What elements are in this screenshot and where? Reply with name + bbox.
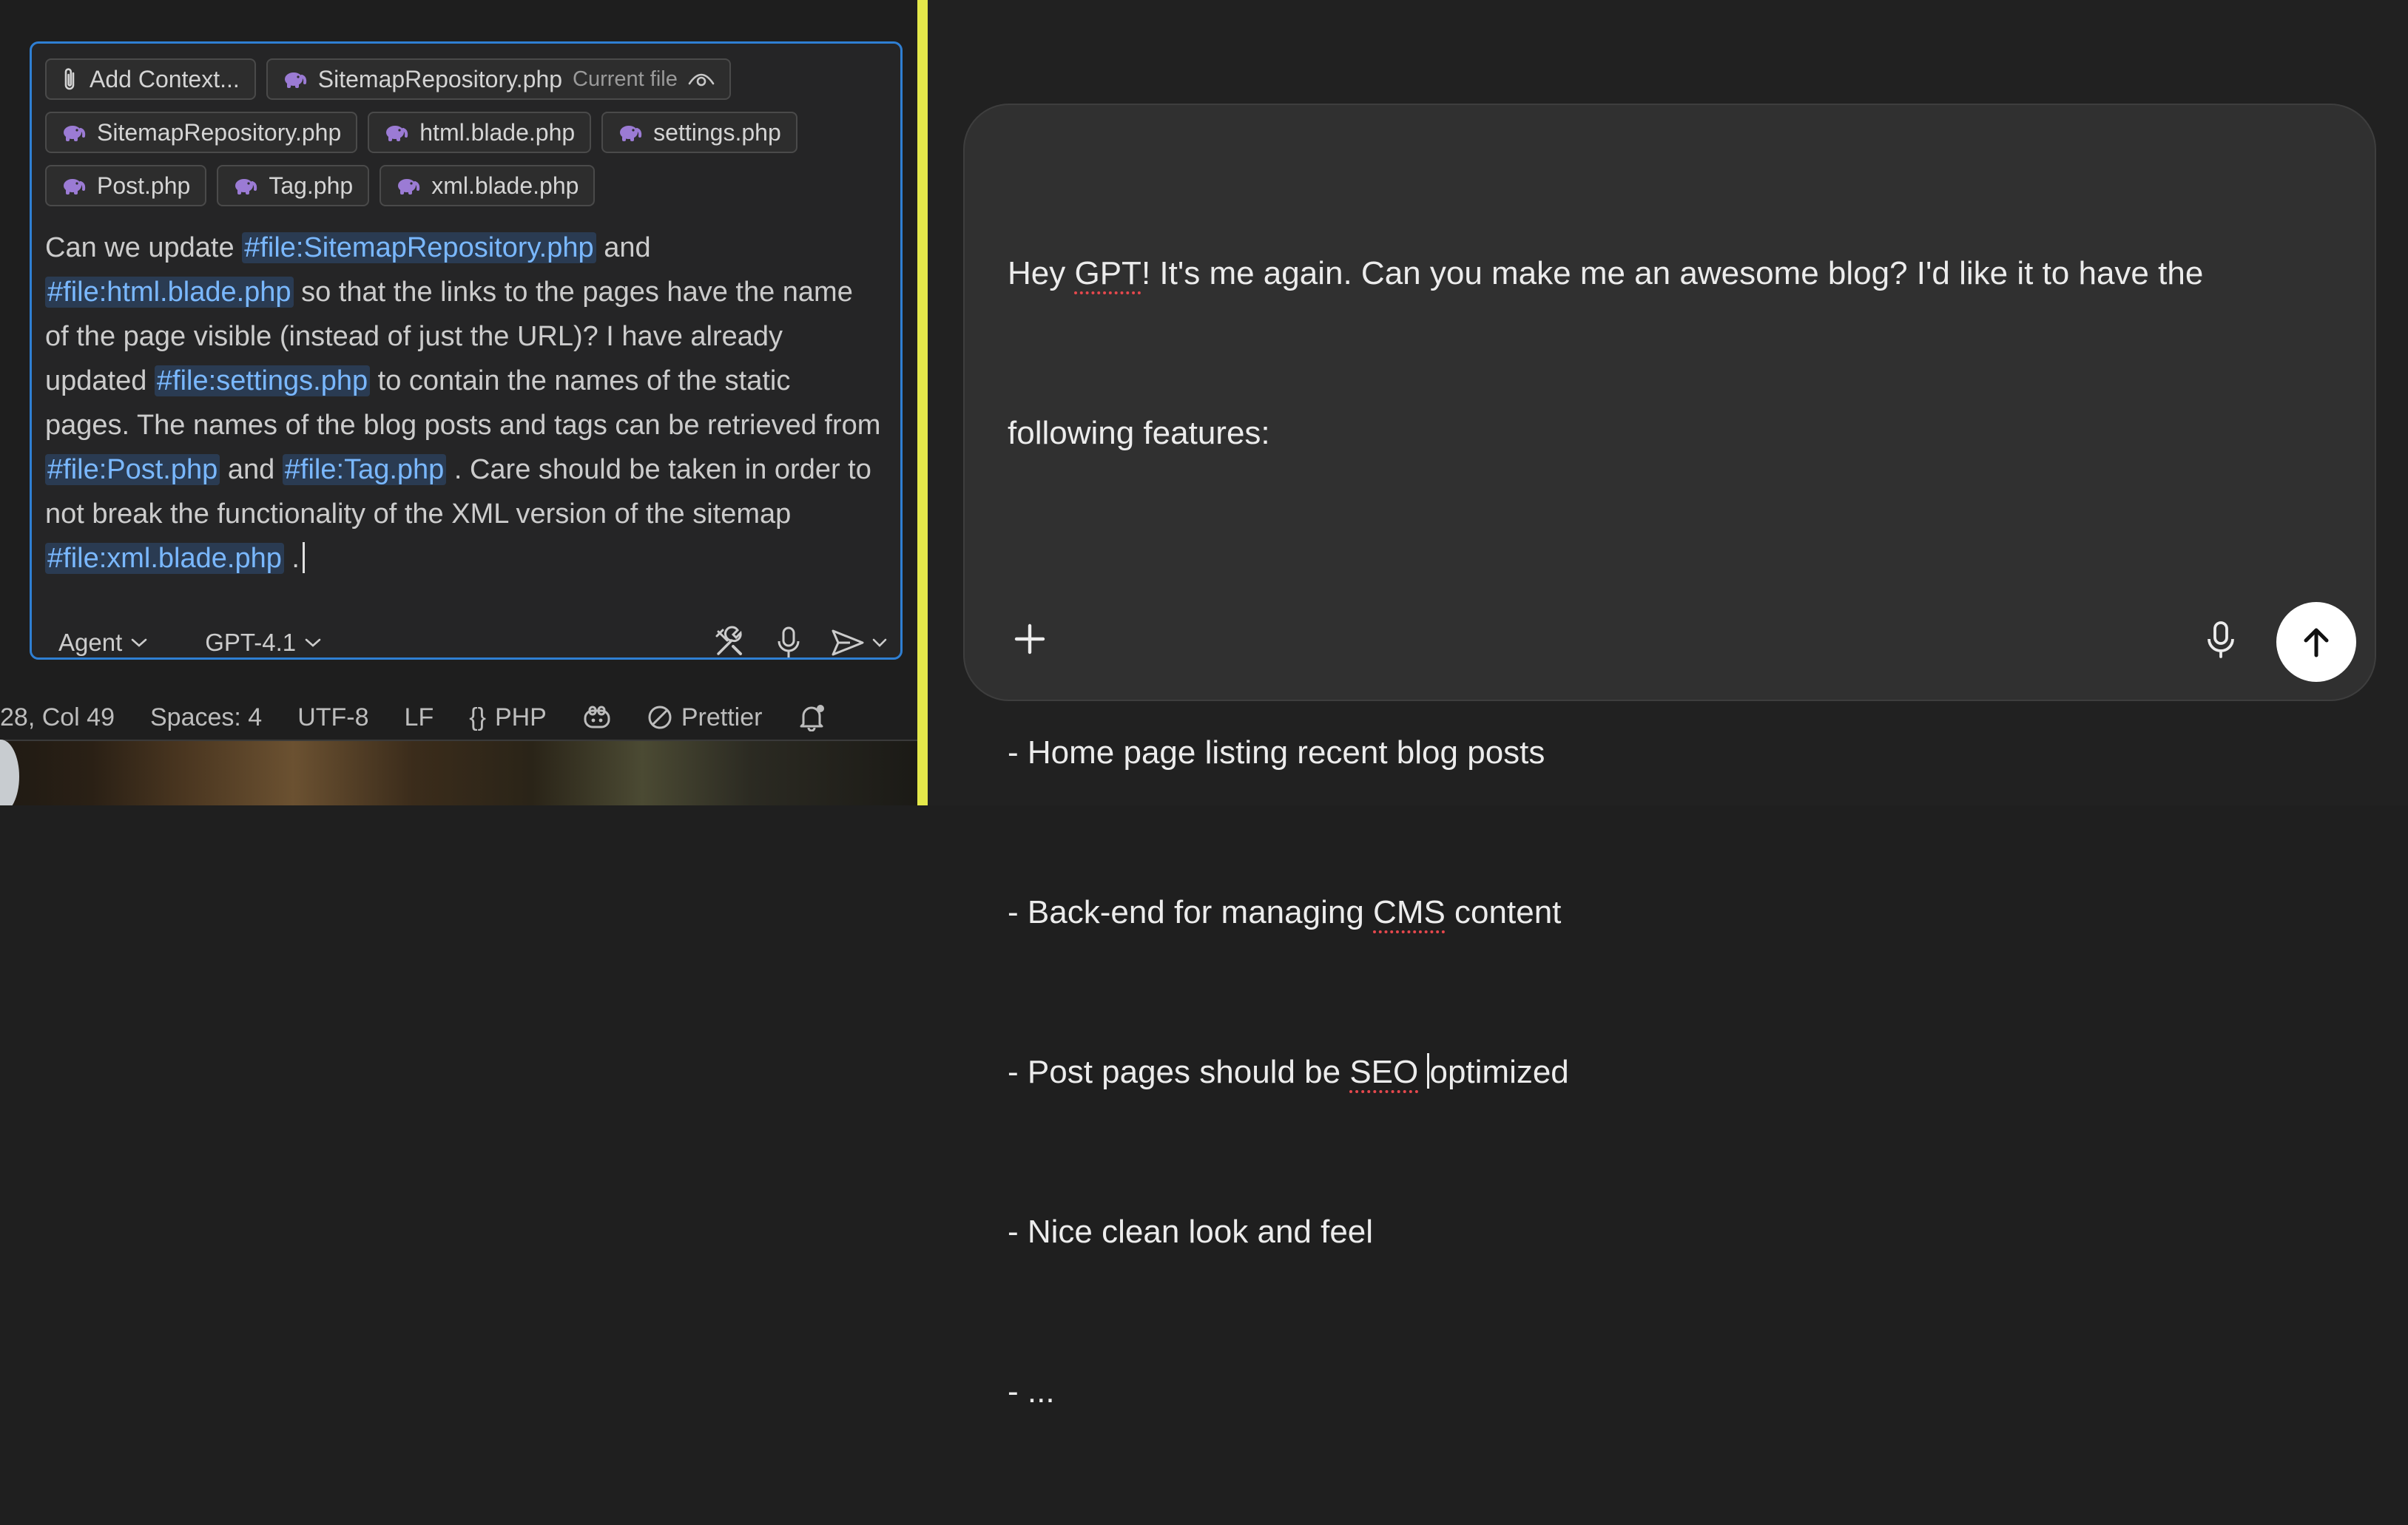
- message-line: - ...: [1008, 1373, 1055, 1410]
- line-ending[interactable]: LF: [405, 703, 434, 732]
- prompt-text: .: [283, 543, 300, 574]
- background-photo: [0, 741, 917, 805]
- context-chip-sitemaprepository[interactable]: SitemapRepository.php: [45, 112, 358, 153]
- message-line: - Post pages should be SEO optimized: [1008, 1046, 2339, 1099]
- context-chips-row-3: Post.php Tag.php xml.blade.php: [45, 165, 596, 206]
- message-text: Hey: [1008, 255, 1075, 291]
- mode-label: Agent: [58, 629, 123, 656]
- send-button[interactable]: [831, 628, 887, 657]
- context-chip-label: Post.php: [97, 172, 191, 199]
- context-chips-row-1: Add Context... SitemapRepository.php Cur…: [45, 58, 731, 100]
- message-line: following features:: [1008, 415, 1270, 451]
- toolbar-actions: [712, 626, 887, 660]
- context-chip-post[interactable]: Post.php: [45, 165, 207, 206]
- file-reference[interactable]: #file:html.blade.php: [45, 277, 294, 308]
- send-icon: [832, 629, 864, 656]
- message-line: - Nice clean look and feel: [1008, 1214, 1374, 1250]
- php-elephant-icon: [384, 123, 409, 142]
- file-reference[interactable]: #file:Post.php: [45, 454, 220, 485]
- php-elephant-icon: [61, 176, 87, 195]
- message-line: - Back-end for managing CMS content: [1008, 886, 2339, 939]
- context-chip-xml-blade[interactable]: xml.blade.php: [380, 165, 596, 206]
- message-line: - Home page listing recent blog posts: [1008, 734, 1545, 771]
- context-chip-html-blade[interactable]: html.blade.php: [368, 112, 592, 153]
- context-chip-tag[interactable]: Tag.php: [217, 165, 370, 206]
- message-text: - Back-end for managing: [1008, 894, 1374, 930]
- prompt-text: Can we update: [45, 232, 243, 263]
- message-input[interactable]: Hey GPT! It's me again. Can you make me …: [1008, 141, 2339, 1525]
- misspelled-word: GPT: [1074, 255, 1141, 291]
- context-chip-label: xml.blade.php: [431, 172, 579, 199]
- misspelled-word: CMS: [1373, 894, 1446, 930]
- chevron-down-icon: [305, 638, 321, 648]
- context-chip-label: html.blade.php: [419, 118, 576, 146]
- prompt-text: and: [596, 232, 651, 263]
- chevron-down-icon: [872, 638, 887, 647]
- file-reference[interactable]: #file:settings.php: [154, 365, 371, 396]
- copilot-status-icon[interactable]: [582, 705, 612, 730]
- encoding[interactable]: UTF-8: [297, 703, 368, 732]
- cursor-position[interactable]: 28, Col 49: [0, 703, 115, 732]
- prompt-textarea[interactable]: Can we update #file:SitemapRepository.ph…: [45, 226, 881, 581]
- chevron-down-icon: [131, 638, 147, 648]
- current-file-tag: Current file: [573, 67, 678, 91]
- arrow-up-icon: [2304, 628, 2329, 657]
- braces-icon: {}: [469, 703, 486, 731]
- context-chip-label: Tag.php: [269, 172, 354, 199]
- context-chip-settings[interactable]: settings.php: [601, 112, 797, 153]
- microphone-icon[interactable]: [776, 626, 801, 660]
- tools-icon[interactable]: [712, 626, 746, 660]
- file-reference[interactable]: #file:SitemapRepository.php: [242, 232, 596, 263]
- message-text: optimized: [1429, 1054, 1569, 1090]
- message-text: [1418, 1054, 1427, 1090]
- misspelled-word: SEO: [1349, 1054, 1419, 1090]
- php-elephant-icon: [61, 123, 87, 142]
- php-elephant-icon: [233, 176, 258, 195]
- plus-icon[interactable]: [1006, 615, 1053, 663]
- add-context-button[interactable]: Add Context...: [45, 58, 256, 100]
- chatgpt-composer[interactable]: Hey GPT! It's me again. Can you make me …: [963, 104, 2376, 1410]
- model-dropdown[interactable]: GPT-4.1: [192, 629, 334, 657]
- prettier-label: Prettier: [681, 703, 763, 731]
- model-label: GPT-4.1: [205, 629, 297, 656]
- context-chips-row-2: SitemapRepository.php html.blade.php set…: [45, 112, 797, 153]
- copilot-chat-input[interactable]: Add Context... SitemapRepository.php Cur…: [30, 41, 903, 660]
- prettier-status[interactable]: Prettier: [647, 703, 763, 732]
- php-elephant-icon: [283, 70, 308, 89]
- file-reference[interactable]: #file:Tag.php: [282, 454, 447, 485]
- indentation[interactable]: Spaces: 4: [150, 703, 262, 732]
- notifications-bell-icon[interactable]: [797, 703, 827, 731]
- message-text: content: [1445, 894, 1562, 930]
- php-elephant-icon: [618, 123, 643, 142]
- language-label: PHP: [494, 703, 547, 731]
- chatgpt-window: Hey GPT! It's me again. Can you make me …: [928, 0, 2408, 1410]
- microphone-icon[interactable]: [2197, 615, 2245, 663]
- file-reference[interactable]: #file:xml.blade.php: [45, 543, 284, 574]
- message-line: Hey GPT! It's me again. Can you make me …: [1008, 247, 2339, 300]
- vscode-window: Add Context... SitemapRepository.php Cur…: [0, 0, 917, 805]
- language-mode[interactable]: {} PHP: [469, 703, 547, 732]
- eye-icon[interactable]: [688, 70, 715, 88]
- window-divider: [917, 0, 928, 805]
- text-caret: [302, 542, 305, 573]
- chat-toolbar: Agent GPT-4.1: [45, 621, 887, 665]
- send-button[interactable]: [2276, 602, 2356, 682]
- mode-dropdown[interactable]: Agent: [45, 629, 161, 657]
- current-file-name: SitemapRepository.php: [317, 65, 563, 92]
- status-bar: 28, Col 49 Spaces: 4 UTF-8 LF {} PHP Pre…: [0, 694, 917, 741]
- paperclip-icon: [61, 67, 79, 92]
- prompt-text: and: [220, 454, 283, 485]
- php-elephant-icon: [396, 176, 421, 195]
- context-chip-label: settings.php: [653, 118, 781, 146]
- message-text: ! It's me again. Can you make me an awes…: [1141, 255, 2204, 291]
- message-text: - Post pages should be: [1008, 1054, 1350, 1090]
- context-chip-label: SitemapRepository.php: [97, 118, 342, 146]
- prohibited-icon: [648, 706, 672, 729]
- current-file-chip[interactable]: SitemapRepository.php Current file: [266, 58, 731, 100]
- add-context-label: Add Context...: [90, 65, 240, 92]
